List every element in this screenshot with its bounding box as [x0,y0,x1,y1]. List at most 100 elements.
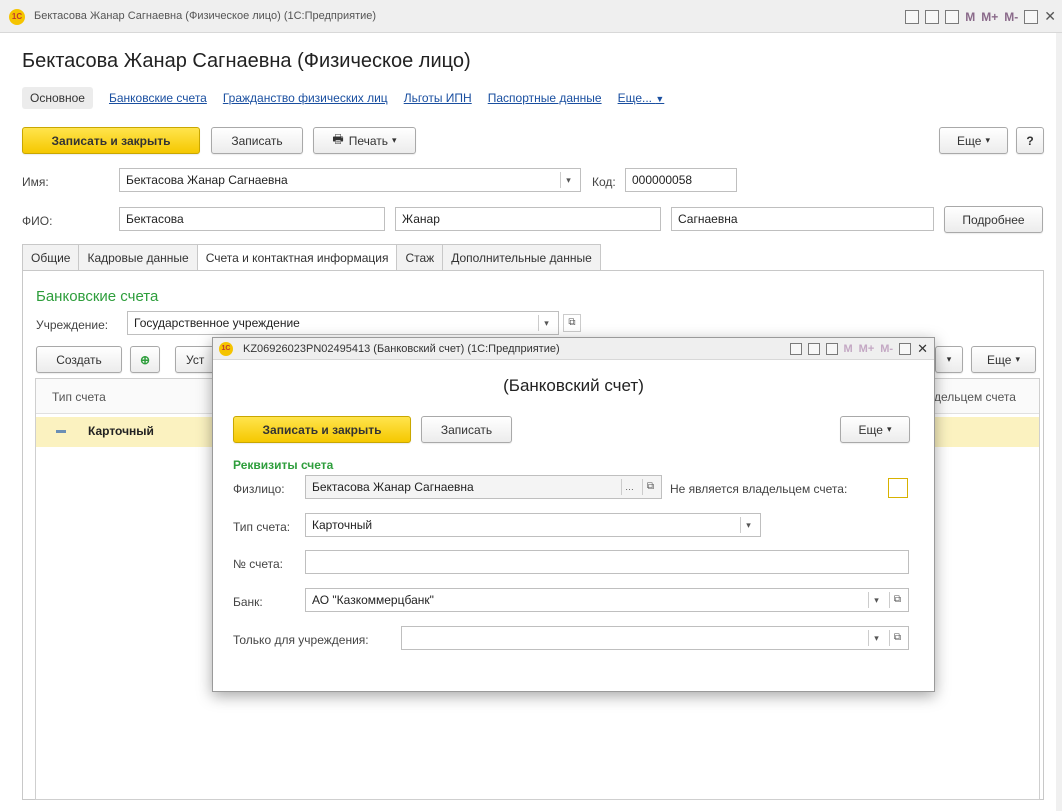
window-titlebar: 1C Бектасова Жанар Сагнаевна (Физическое… [0,0,1062,33]
dropdown-arrow-icon[interactable]: ▾ [538,315,554,331]
nav-main[interactable]: Основное [22,87,93,109]
print-preview-icon[interactable] [905,9,920,24]
not-owner-checkbox[interactable] [888,478,908,498]
account-type-field[interactable]: Карточный ▾ [305,513,761,537]
tab-seniority[interactable]: Стаж [396,244,444,271]
chevron-down-icon: ▾ [392,135,397,145]
code-label: Код: [592,175,616,189]
open-icon[interactable]: ⧉ [889,630,905,646]
memory-minus-button[interactable]: M- [880,343,893,355]
open-icon[interactable]: ⧉ [889,592,905,608]
bank-label: Банк: [233,595,263,609]
app-logo-icon: 1C [219,342,233,356]
dialog-save-button[interactable]: Записать [421,416,512,443]
close-icon[interactable]: ✕ [1044,8,1056,25]
dropdown-arrow-icon[interactable]: ▾ [740,517,756,533]
printer-icon: 🖶 [332,132,344,146]
person-field[interactable]: Бектасова Жанар Сагнаевна … ⧉ [305,475,662,499]
bank-value: АО "Казкоммерцбанк" [312,593,434,607]
tab-general[interactable]: Общие [22,244,80,271]
memory-plus-button[interactable]: M+ [981,10,998,24]
help-button[interactable]: ? [1016,127,1044,154]
tab-additional-data[interactable]: Дополнительные данные [442,244,601,271]
dialog-save-and-close-button[interactable]: Записать и закрыть [233,416,411,443]
maximize-icon[interactable] [1024,9,1039,24]
account-type-label: Тип счета: [233,520,291,534]
code-field[interactable]: 000000058 [625,168,737,192]
chevron-down-icon: ▾ [1015,354,1020,364]
grid-more-label: Еще [987,352,1012,367]
scrollbar[interactable] [1056,33,1062,811]
bank-accounts-section-title: Банковские счета [36,288,159,305]
save-button[interactable]: Записать [211,127,303,154]
nav-passport-data[interactable]: Паспортные данные [488,91,602,105]
dialog-more-button[interactable]: Еще ▾ [840,416,910,443]
open-icon[interactable]: ⧉ [642,479,658,495]
close-icon[interactable]: ✕ [917,341,928,357]
form-navigation: Основное Банковские счета Гражданство фи… [22,86,664,110]
name-label: Имя: [22,175,49,189]
chevron-down-icon: ▼ [655,94,665,104]
memory-m-button[interactable]: M [844,343,853,355]
print-label: Печать [348,133,389,148]
select-ellipsis-icon[interactable]: … [621,479,637,495]
list-menu-dropdown[interactable]: ▾ [935,346,963,373]
print-preview-icon[interactable] [789,343,802,355]
column-owner[interactable]: дельцем счета [934,390,1016,404]
column-account-type[interactable]: Тип счета [52,390,106,404]
account-details-section-title: Реквизиты счета [233,458,334,472]
page-title: Бектасова Жанар Сагнаевна (Физическое ли… [22,50,471,72]
institution-value: Государственное учреждение [134,316,300,330]
tab-hr-data[interactable]: Кадровые данные [78,244,198,271]
nav-more[interactable]: Еще... ▼ [618,91,665,105]
bank-field[interactable]: АО "Казкоммерцбанк" ▾ ⧉ [305,588,909,612]
bank-account-dialog: 1C KZ06926023PN02495413 (Банковский счет… [212,337,935,692]
app-logo-icon: 1C [9,9,25,25]
tab-accounts-contacts[interactable]: Счета и контактная информация [196,244,398,272]
surname-field[interactable]: Бектасова [119,207,385,231]
print-button[interactable]: 🖶 Печать ▾ [313,127,416,154]
firstname-field[interactable]: Жанар [395,207,661,231]
cell-account-type: Карточный [88,424,154,438]
person-value: Бектасова Жанар Сагнаевна [312,480,474,494]
calculator-icon[interactable] [807,343,820,355]
nav-citizenship[interactable]: Гражданство физических лиц [223,91,388,105]
dropdown-arrow-icon[interactable]: ▾ [868,592,884,608]
memory-m-button[interactable]: M [965,10,975,24]
memory-minus-button[interactable]: M- [1004,10,1018,24]
dialog-heading: (Банковский счет) [503,376,644,395]
save-and-close-button[interactable]: Записать и закрыть [22,127,200,154]
more-button[interactable]: Еще ▾ [939,127,1008,154]
window-title: Бектасова Жанар Сагнаевна (Физическое ли… [34,10,377,22]
dropdown-arrow-icon[interactable]: ▾ [868,630,884,646]
set-button[interactable]: Уст [175,346,215,373]
dropdown-arrow-icon[interactable]: ▾ [560,172,576,188]
open-icon[interactable]: ⧉ [563,314,581,332]
details-button[interactable]: Подробнее [944,206,1043,233]
row-marker-icon [56,430,66,433]
grid-more-button[interactable]: Еще ▾ [971,346,1036,373]
calendar-icon[interactable] [825,343,838,355]
nav-bank-accounts[interactable]: Банковские счета [109,91,207,105]
institution-label: Учреждение: [36,318,109,332]
calculator-icon[interactable] [925,9,940,24]
create-button[interactable]: Создать [36,346,122,373]
maximize-icon[interactable] [899,343,912,355]
copy-add-icon[interactable]: ⊕ [130,346,160,373]
dialog-more-label: Еще [858,422,883,437]
calendar-icon[interactable] [945,9,960,24]
nav-ipn-benefits[interactable]: Льготы ИПН [404,91,472,105]
institution-field[interactable]: Государственное учреждение ▾ [127,311,559,335]
patronymic-field[interactable]: Сагнаевна [671,207,934,231]
account-type-value: Карточный [312,518,373,532]
only-for-institution-field[interactable]: ▾ ⧉ [401,626,909,650]
more-label: Еще [957,133,982,148]
memory-plus-button[interactable]: M+ [859,343,875,355]
chevron-down-icon: ▾ [985,135,990,145]
name-field[interactable]: Бектасова Жанар Сагнаевна ▾ [119,168,581,192]
name-value: Бектасова Жанар Сагнаевна [126,173,288,187]
dialog-window-title: KZ06926023PN02495413 (Банковский счет) (… [243,343,560,355]
account-number-field[interactable] [305,550,909,574]
chevron-down-icon: ▾ [886,424,892,434]
dialog-titlebar-tools: M M+ M- ✕ [789,338,935,360]
